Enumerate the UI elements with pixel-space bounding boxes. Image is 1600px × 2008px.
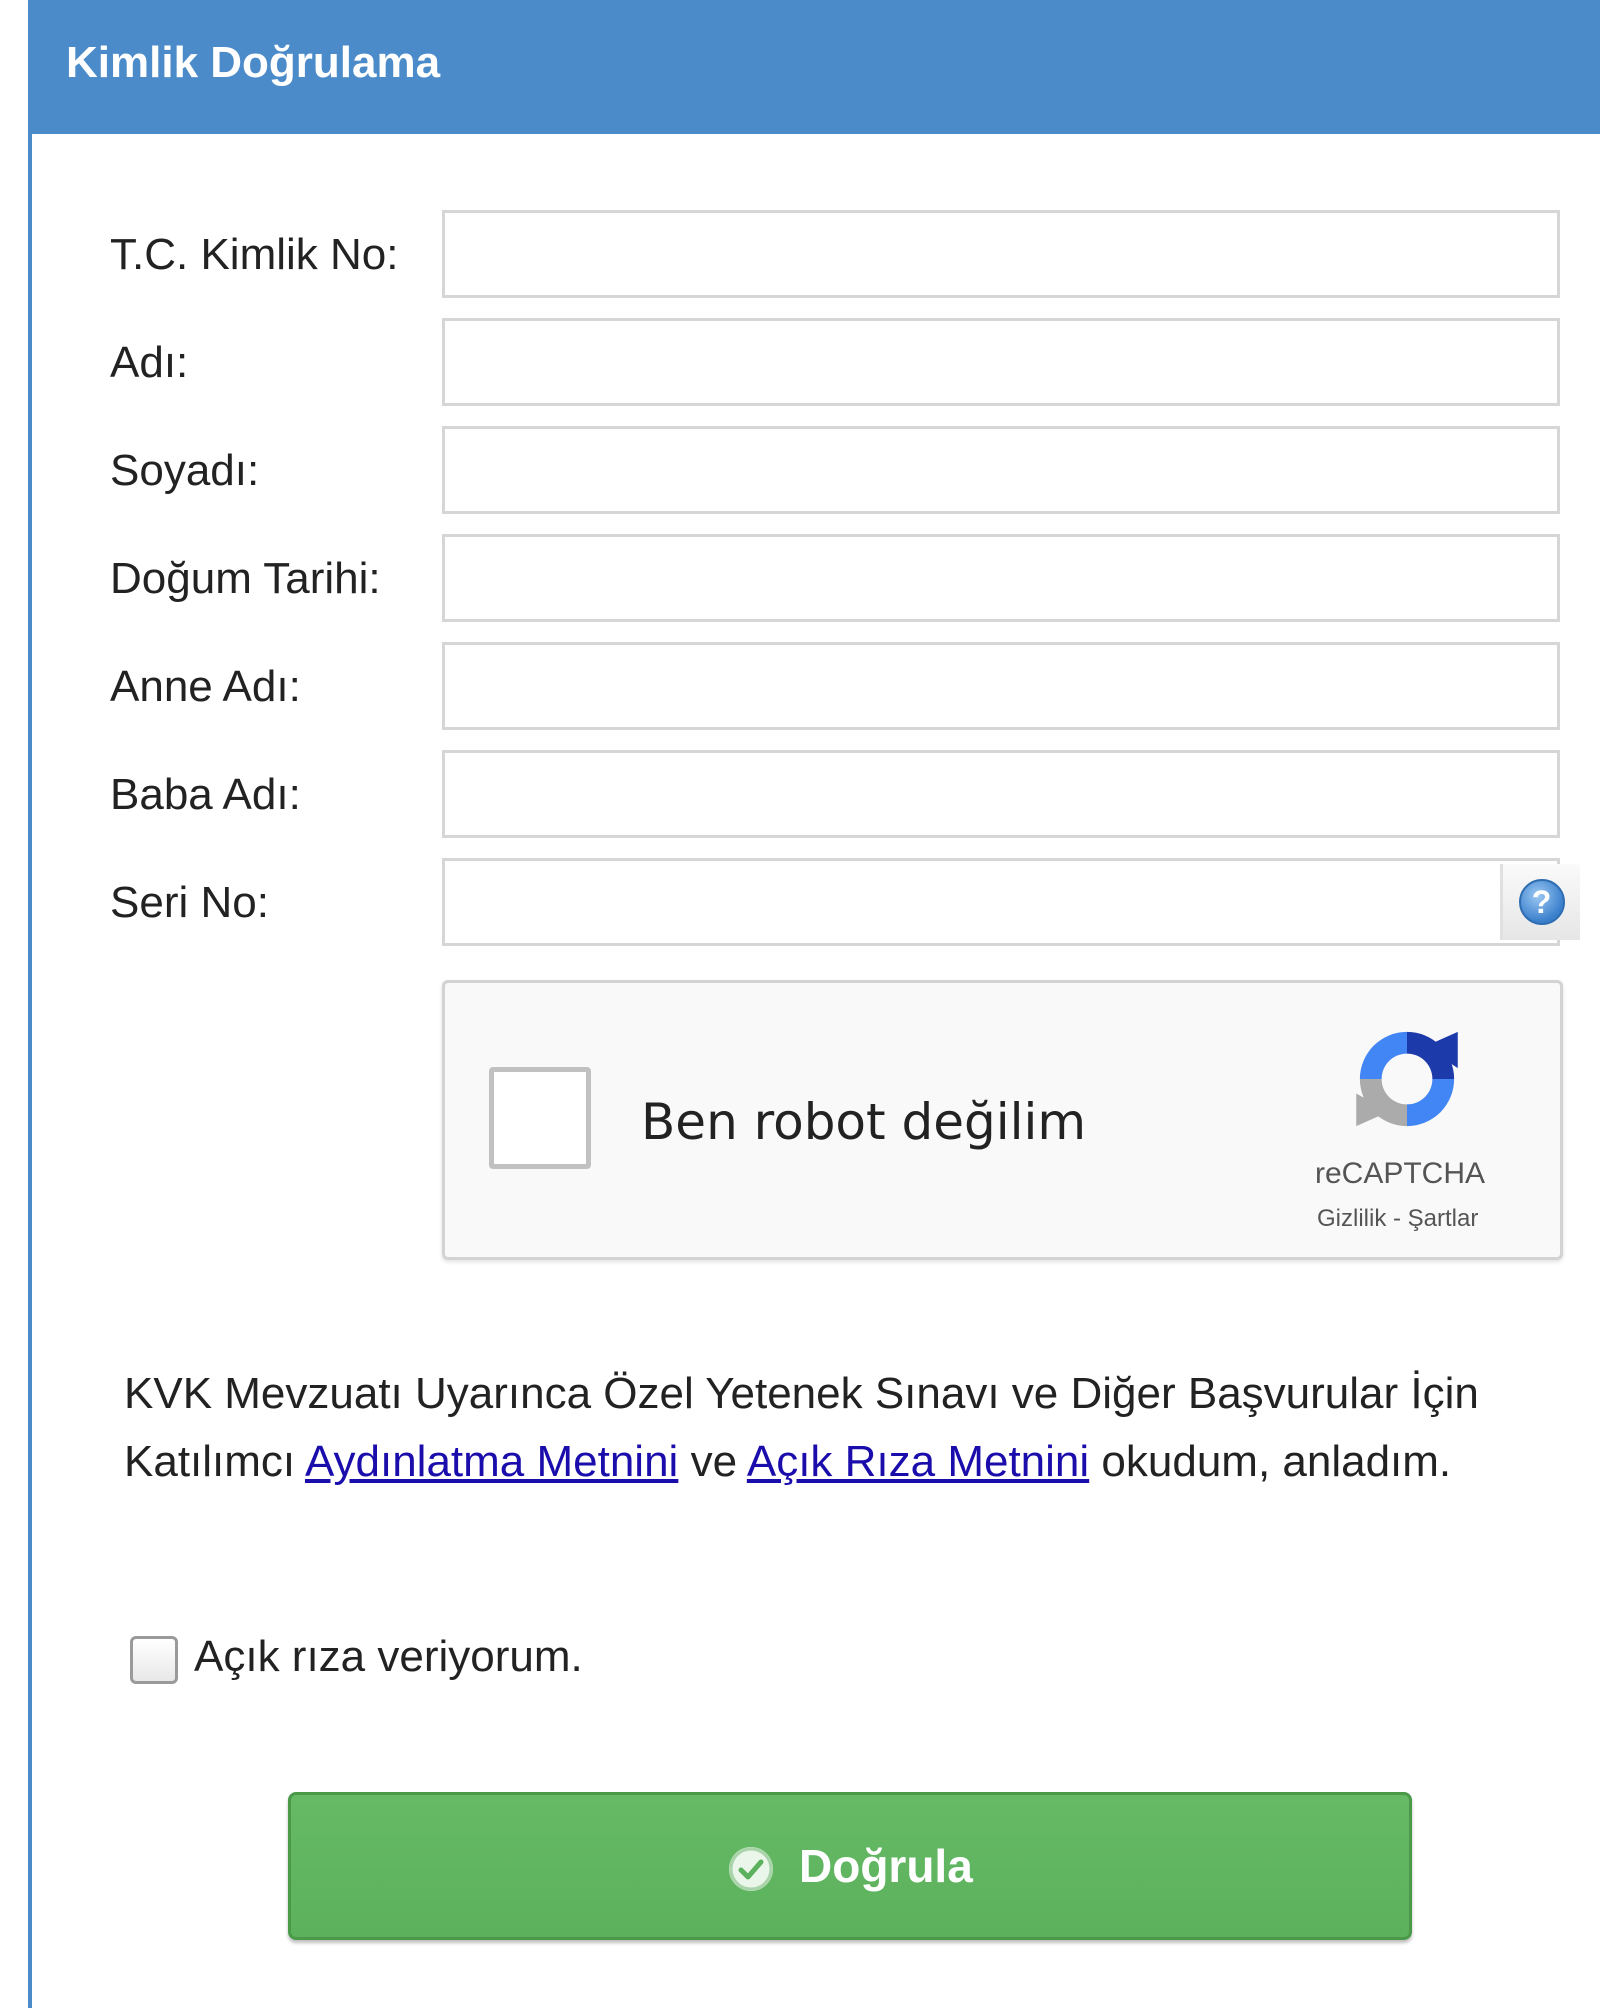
mother-name-label: Anne Adı: [110,662,301,711]
consent-checkbox[interactable] [130,1636,178,1684]
serial-help-button[interactable]: ? [1500,864,1580,940]
consent-text-after: okudum, anladım. [1089,1437,1452,1486]
aydinlatma-metni-link[interactable]: Aydınlatma Metnini [305,1437,678,1486]
page-title: Kimlik Doğrulama [66,38,441,87]
surname-label: Soyadı: [110,446,260,495]
field-row-surname: Soyadı: [32,426,1600,514]
verify-button-label: Doğrula [799,1840,973,1892]
tc-label: T.C. Kimlik No: [110,230,399,279]
field-row-serial: Seri No: ? [32,858,1600,946]
acik-riza-metni-link[interactable]: Açık Rıza Metnini [747,1437,1089,1486]
consent-checkbox-label[interactable]: Açık rıza veriyorum. [194,1632,583,1682]
field-row-mother-name: Anne Adı: [32,642,1600,730]
recaptcha-brand: reCAPTCHA [1315,1157,1486,1190]
consent-text-middle: ve [678,1437,747,1486]
recaptcha-checkbox[interactable] [489,1067,591,1169]
recaptcha-logo-icon [1356,1031,1458,1127]
serial-label: Seri No: [110,878,269,927]
father-name-label: Baba Adı: [110,770,301,819]
recaptcha-privacy-link[interactable]: Gizlilik [1317,1205,1386,1232]
birthdate-label: Doğum Tarihi: [110,554,381,603]
mother-name-input[interactable] [442,642,1560,730]
serial-no-input[interactable] [442,858,1560,946]
question-circle-icon: ? [1518,879,1565,925]
consent-paragraph: KVK Mevzuatı Uyarınca Özel Yetenek Sınav… [124,1360,1564,1496]
recaptcha-terms-link[interactable]: Şartlar [1408,1205,1479,1232]
recaptcha-links: Gizlilik - Şartlar [1317,1205,1478,1233]
recaptcha-widget: Ben robot değilim reCAPTCHA Gizlilik - Ş… [442,980,1563,1260]
father-name-input[interactable] [442,750,1560,838]
name-label: Adı: [110,338,189,387]
tc-kimlik-input[interactable] [442,210,1560,298]
recaptcha-label: Ben robot değilim [641,1093,1087,1151]
surname-input[interactable] [442,426,1560,514]
field-row-name: Adı: [32,318,1600,406]
field-row-father-name: Baba Adı: [32,750,1600,838]
identity-panel: Kimlik Doğrulama T.C. Kimlik No: Adı: So… [28,0,1600,2008]
verify-button[interactable]: Doğrula [288,1792,1412,1940]
field-row-birthdate: Doğum Tarihi: [32,534,1600,622]
name-input[interactable] [442,318,1560,406]
birthdate-input[interactable] [442,534,1560,622]
check-circle-icon [729,1847,773,1891]
panel-header: Kimlik Doğrulama [32,0,1600,134]
recaptcha-links-separator: - [1386,1205,1408,1232]
field-row-tc: T.C. Kimlik No: [32,210,1600,298]
